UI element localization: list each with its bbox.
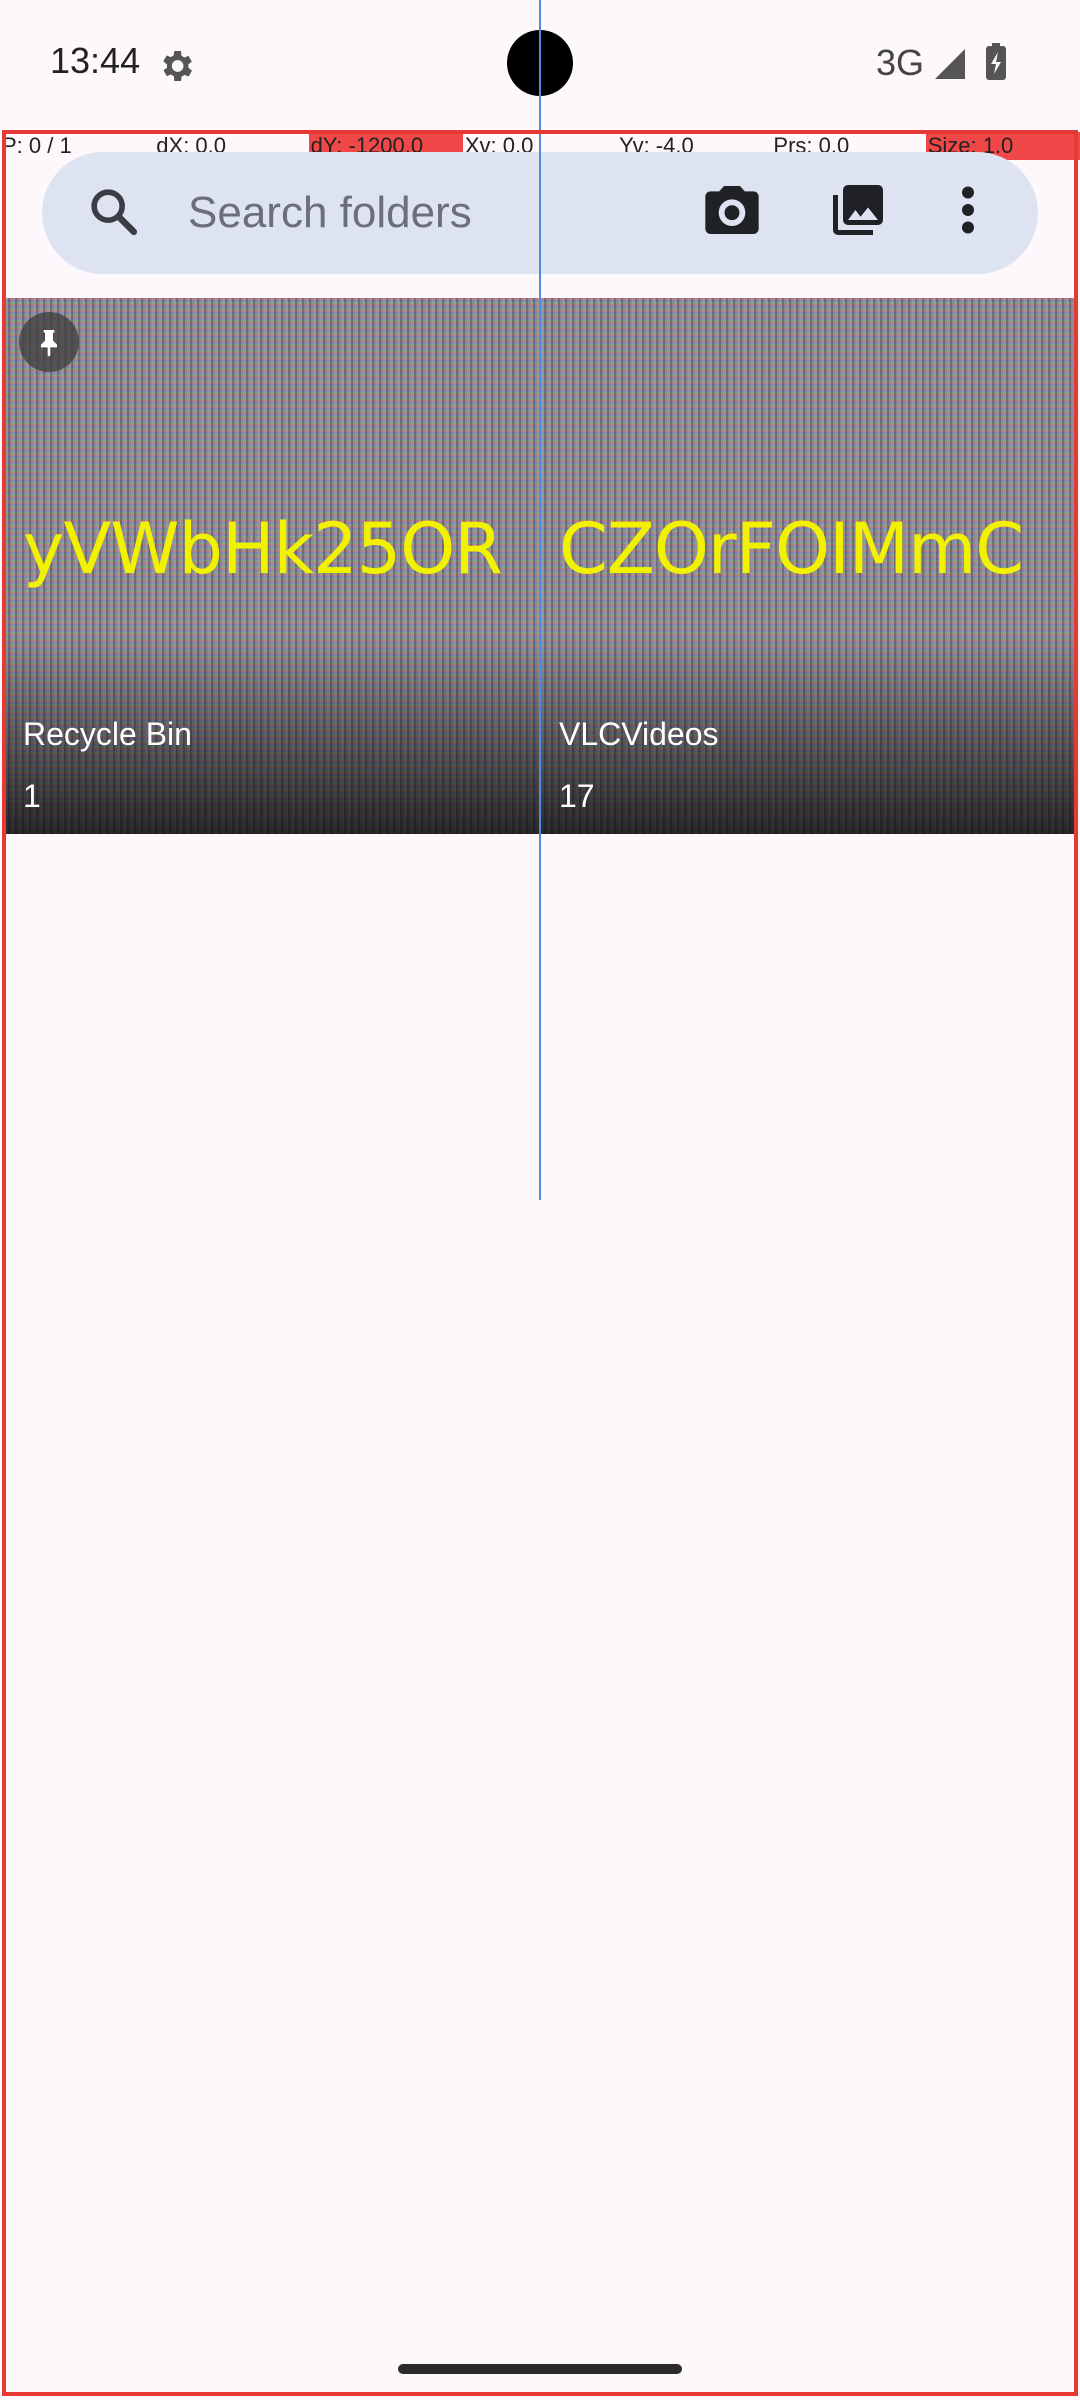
signal-icon [935,49,965,79]
search-input[interactable] [186,178,666,248]
folder-card-recycle-bin[interactable]: yVWbHk25OR Recycle Bin 1 [5,298,541,834]
thumbnail-text: CZOrFOIMmC [559,508,1024,590]
folder-count: 17 [559,778,595,814]
folder-name: Recycle Bin [23,716,192,752]
gesture-nav-handle[interactable] [398,2364,682,2374]
status-time: 13:44 [50,40,141,81]
thumbnail-text: yVWbHk25OR [23,508,503,590]
pointer-trace-line [539,0,541,1200]
settings-gear-icon [163,51,192,81]
folder-card-vlcvideos[interactable]: CZOrFOIMmC VLCVideos 17 [541,298,1077,834]
pin-icon [19,312,79,372]
more-vert-icon[interactable] [944,180,992,240]
camera-icon[interactable] [700,178,764,242]
battery-charging-icon [986,43,1006,80]
folder-count: 1 [23,778,41,814]
gallery-icon[interactable] [828,180,888,240]
folder-name: VLCVideos [559,716,719,752]
network-type: 3G [876,42,925,83]
search-icon[interactable] [86,184,142,240]
